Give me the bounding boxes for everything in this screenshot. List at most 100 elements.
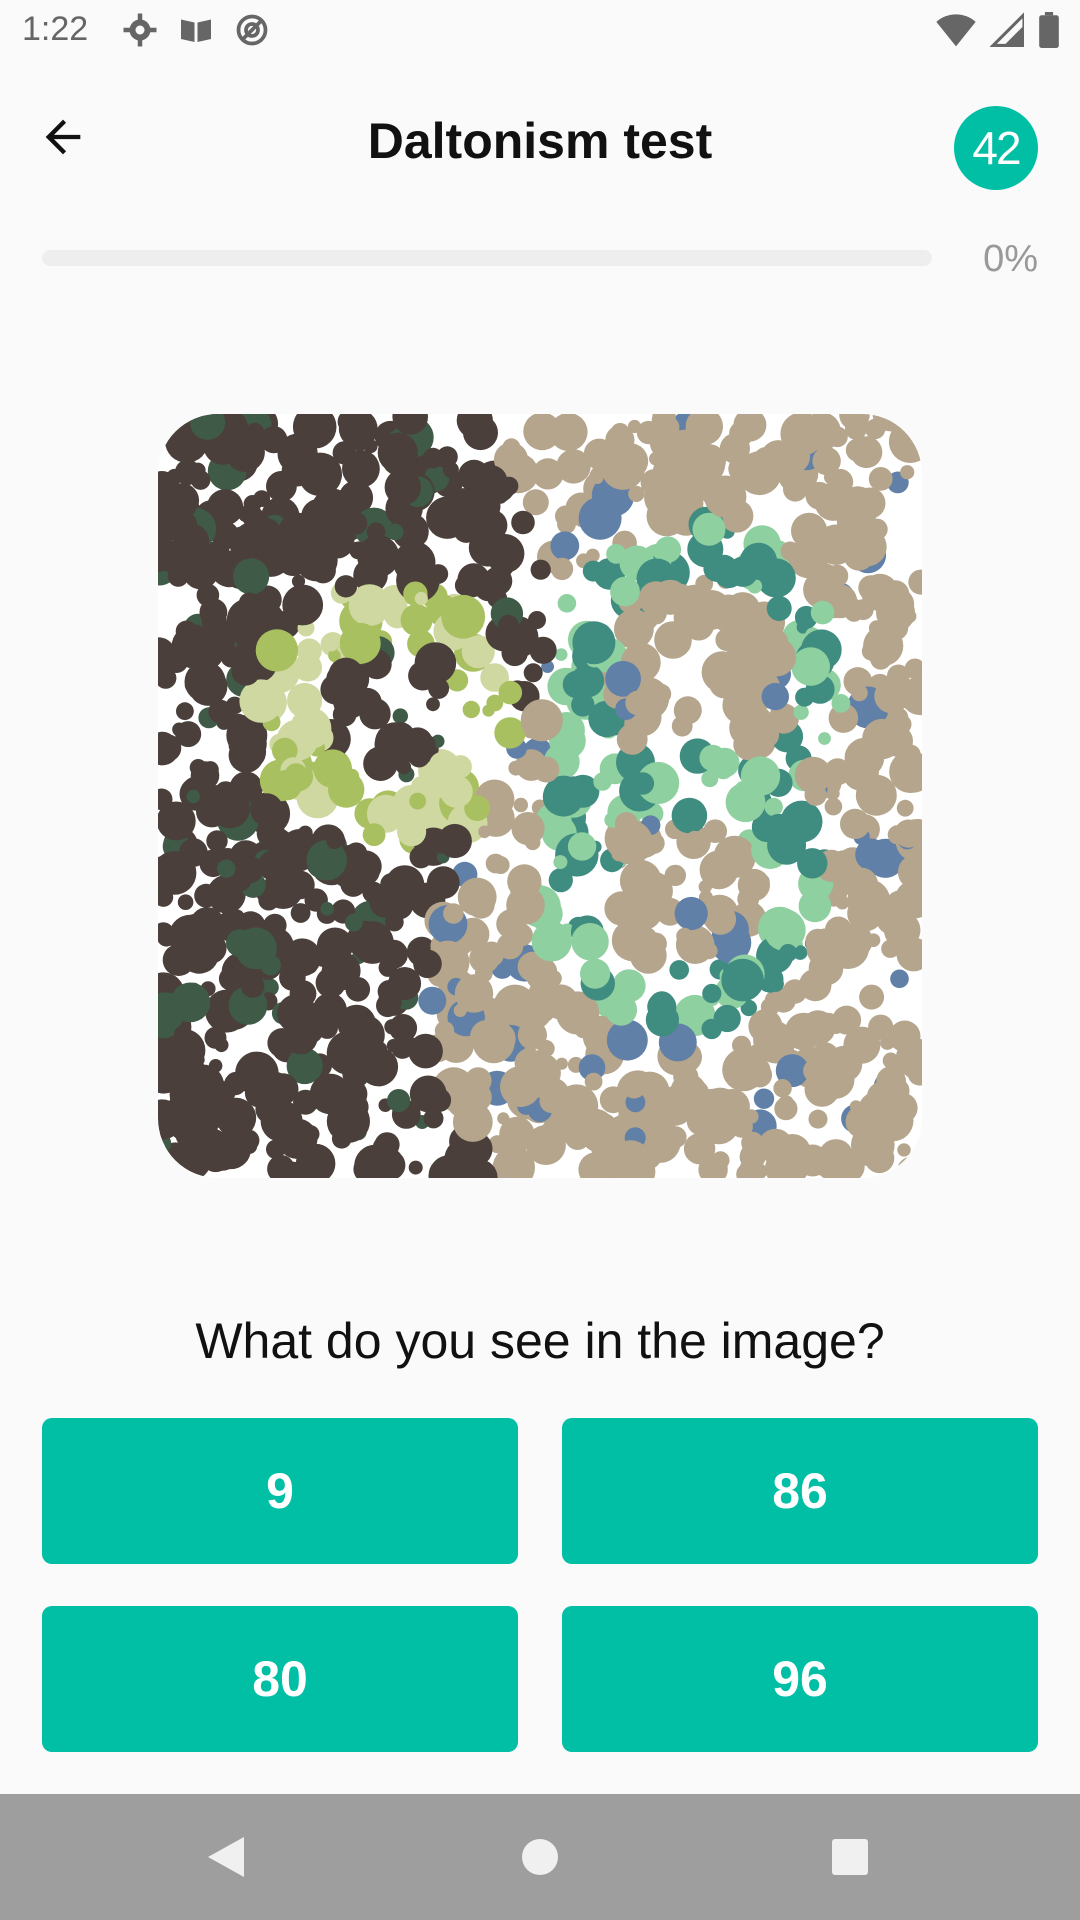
plate-dot	[190, 761, 220, 790]
plate-dot	[283, 1020, 318, 1055]
plate-dot	[761, 682, 789, 711]
plate-dot	[426, 866, 460, 899]
plate-dot	[743, 1056, 771, 1084]
plate-dot	[334, 575, 358, 598]
plate-dot	[621, 1073, 647, 1099]
plate-dot	[188, 1058, 204, 1074]
plate-dot	[362, 823, 386, 847]
plate-dot	[857, 1091, 899, 1132]
plate-dot	[266, 1139, 286, 1159]
plate-dot	[217, 859, 236, 878]
plate-dot	[732, 1035, 751, 1055]
plate-dot	[237, 1129, 260, 1152]
status-time: 1:22	[22, 10, 89, 48]
plate-dot	[184, 661, 226, 703]
plate-dot	[345, 913, 363, 932]
plate-dot	[328, 657, 364, 693]
plate-dot	[354, 859, 380, 885]
plate-dot	[727, 630, 768, 672]
plate-dot	[704, 475, 747, 518]
plate-dot	[582, 560, 604, 582]
plate-dot	[177, 894, 194, 910]
plate-dot	[627, 419, 642, 434]
plate-dot	[610, 576, 640, 607]
nav-home-button[interactable]	[480, 1794, 600, 1920]
plate-dot	[296, 638, 322, 664]
plate-dot	[704, 903, 737, 935]
plate-dot	[257, 850, 288, 881]
answer-button-9[interactable]: 9	[42, 1418, 518, 1564]
plate-dot	[865, 418, 886, 440]
plate-dot	[204, 1026, 227, 1049]
plate-dot	[400, 604, 433, 636]
plate-dot	[557, 594, 577, 613]
plate-dot	[531, 921, 572, 962]
plate-dot	[699, 744, 726, 772]
plate-dot	[457, 877, 497, 917]
plate-dot	[902, 414, 922, 432]
plate-dot	[316, 1017, 338, 1039]
plate-dot	[671, 797, 708, 834]
plate-dot	[721, 958, 764, 1002]
plate-dot	[468, 528, 507, 567]
plate-dot	[386, 523, 404, 541]
progress-percentage: 0%	[983, 238, 1038, 280]
plate-dot	[190, 462, 206, 478]
plate-dot	[691, 590, 732, 630]
status-right-icons	[936, 10, 1060, 53]
plate-dot	[377, 432, 418, 473]
answer-button-96[interactable]: 96	[562, 1606, 1038, 1752]
plate-dot	[380, 873, 403, 896]
plate-dot	[692, 512, 726, 546]
plate-dot	[673, 635, 691, 654]
battery-icon	[1038, 12, 1060, 53]
plate-dot	[426, 697, 440, 712]
plate-dot	[186, 789, 200, 804]
plate-dot	[649, 452, 663, 466]
plate-dot	[493, 490, 508, 504]
plate-dot	[508, 760, 524, 776]
plate-dot	[539, 1089, 564, 1113]
plate-dot	[695, 448, 716, 468]
plate-dot	[440, 775, 473, 808]
plate-dot	[897, 1156, 922, 1178]
plate-dot	[250, 793, 283, 826]
plate-dot	[854, 487, 886, 519]
answer-button-86[interactable]: 86	[562, 1418, 1038, 1564]
plate-dot	[812, 446, 841, 476]
plate-dot	[523, 663, 543, 683]
plate-dot	[501, 639, 528, 667]
system-nav-bar	[0, 1794, 1080, 1920]
plate-dot	[773, 1079, 792, 1098]
plate-dot	[571, 664, 605, 698]
answer-button-80[interactable]: 80	[42, 1606, 518, 1752]
plate-dot	[645, 1003, 679, 1037]
plate-dot	[392, 708, 408, 724]
nav-recents-button[interactable]	[790, 1794, 910, 1920]
plate-dot	[446, 946, 462, 963]
plate-dot	[228, 724, 267, 763]
plate-dot	[496, 932, 524, 960]
home-circle-icon	[522, 1839, 558, 1875]
test-count-badge[interactable]: 42	[954, 106, 1038, 190]
plate-dot	[845, 438, 869, 462]
app-bar: Daltonism test 42	[0, 62, 1080, 232]
plate-dot	[612, 443, 649, 480]
plate-dot	[396, 759, 412, 775]
plate-dot	[513, 797, 528, 813]
plate-dot	[897, 1143, 911, 1157]
plate-dot	[384, 1019, 400, 1035]
plate-dot	[703, 555, 731, 582]
plate-dot	[556, 449, 591, 484]
plate-dot	[241, 974, 265, 998]
plate-dot	[578, 496, 622, 540]
plate-dot	[791, 512, 828, 549]
plate-dot	[835, 895, 850, 910]
plate-dot	[795, 687, 815, 707]
plate-dot	[255, 629, 299, 672]
plate-dot	[385, 912, 404, 932]
plate-dot	[502, 438, 521, 457]
nav-back-button[interactable]	[166, 1794, 286, 1920]
plate-dot	[610, 423, 630, 443]
plate-dot	[408, 661, 438, 691]
